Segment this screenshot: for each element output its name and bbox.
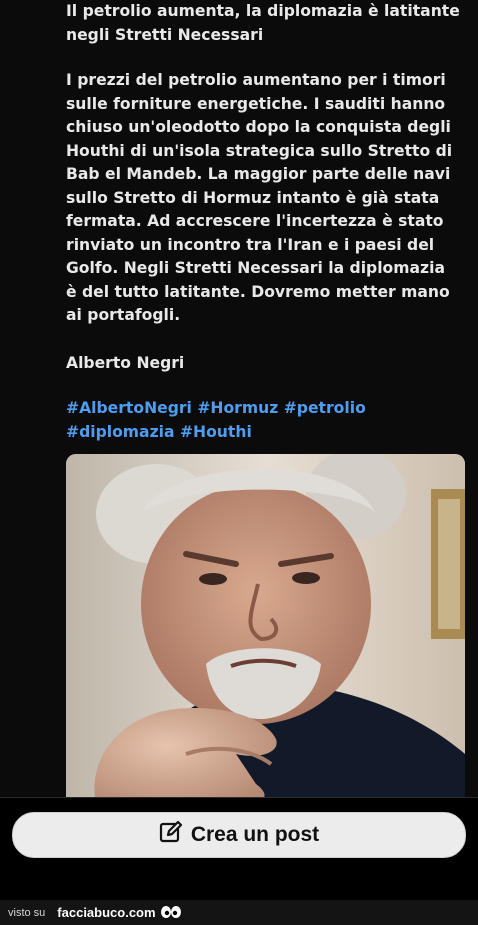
post-author: Alberto Negri	[66, 353, 185, 372]
post-body-line: fermata. Ad accrescere l'incertezza è st…	[66, 212, 444, 230]
edit-icon	[159, 820, 183, 850]
bottom-bar: Crea un post	[0, 797, 478, 901]
hashtag-link[interactable]: #Houthi	[180, 423, 252, 441]
post-title-line: negli Stretti Necessari	[66, 25, 264, 44]
visto-su-label: visto su	[8, 906, 46, 919]
post-body-line: Bab el Mandeb. La maggior parte delle na…	[66, 165, 451, 183]
hashtag-link[interactable]: #petrolio	[284, 399, 366, 417]
create-post-label: Crea un post	[190, 823, 320, 846]
eyes-icon	[160, 905, 182, 921]
post-body-line: Houthi di un'isola strategica sullo Stre…	[66, 141, 453, 160]
hashtag-link[interactable]: #Hormuz	[197, 399, 278, 417]
hashtag-link[interactable]: #diplomazia	[66, 423, 175, 441]
brand-link[interactable]: facciabuco.com	[57, 905, 155, 920]
post-text: Il petrolio aumenta, la diplomazia è lat…	[66, 0, 466, 444]
post-body-line: ai portafogli.	[66, 306, 181, 324]
post-body-line: Golfo. Negli Stretti Necessari la diplom…	[66, 259, 445, 277]
post-image[interactable]	[66, 454, 465, 804]
create-post-button[interactable]: Crea un post	[12, 812, 466, 858]
hashtags: #AlbertoNegri #Hormuz #petrolio #diploma…	[66, 397, 466, 444]
post-body-line: I prezzi del petrolio aumentano per i ti…	[66, 71, 446, 89]
portrait-photo	[66, 454, 465, 804]
post-title-line: Il petrolio aumenta, la diplomazia è lat…	[66, 2, 460, 20]
footer: visto su facciabuco.com	[0, 900, 478, 925]
post-body-line: sullo Stretto di Hormuz intanto è già st…	[66, 188, 440, 207]
post-body-line: chiuso un'oleodotto dopo la conquista de…	[66, 118, 451, 136]
post-title: Il petrolio aumenta, la diplomazia è lat…	[66, 0, 466, 47]
hashtag-link[interactable]: #AlbertoNegri	[66, 399, 192, 417]
post-body: I prezzi del petrolio aumentano per i ti…	[66, 69, 466, 328]
post-body-line: rinviato un incontro tra l'Iran e i paes…	[66, 235, 435, 254]
post-body-line: sulle forniture energetiche. I sauditi h…	[66, 94, 446, 113]
post-body-line: è del tutto latitante. Dovremo metter ma…	[66, 282, 450, 301]
